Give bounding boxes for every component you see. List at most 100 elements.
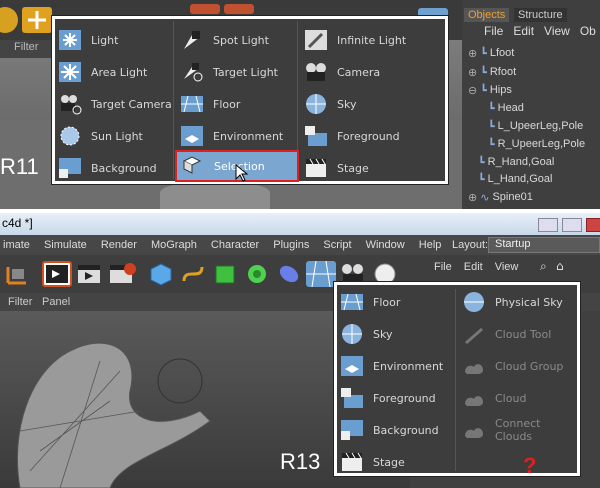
objects-menu-file[interactable]: File: [484, 24, 503, 38]
menu-item-sun-light[interactable]: Sun Light: [57, 121, 143, 151]
r13-panel-label[interactable]: Panel: [42, 296, 70, 308]
close-button[interactable]: [586, 218, 600, 232]
tree-item[interactable]: ⊖ ┗ Hips: [468, 81, 512, 99]
minimize-button[interactable]: [538, 218, 558, 232]
tree-item[interactable]: ┗ L_UpeerLeg,Pole: [488, 117, 583, 135]
sky-icon: [339, 322, 365, 346]
render-icon[interactable]: [190, 4, 220, 14]
layout-label: Layout:: [452, 239, 489, 251]
menu-item-foreground[interactable]: Foreground: [303, 121, 400, 151]
background-icon: [339, 418, 365, 442]
menu-item-label: Stage: [373, 455, 405, 469]
objects-menu-view[interactable]: View: [544, 24, 570, 38]
tree-item[interactable]: ⊕ ∿ Spine01: [468, 188, 533, 206]
menu-item-infinite-light[interactable]: Infinite Light: [303, 25, 406, 55]
menu-item-cloud-group[interactable]: Cloud Group: [461, 351, 563, 381]
menu-item-target-light[interactable]: Target Light: [179, 57, 278, 87]
menu-item-sky[interactable]: Sky: [339, 319, 392, 349]
render-view-icon[interactable]: [42, 261, 72, 287]
layout-dropdown[interactable]: Startup: [488, 237, 600, 253]
menu-item-target-camera[interactable]: Target Camera: [57, 89, 172, 119]
home-icon[interactable]: ⌂: [556, 259, 564, 273]
tab-objects[interactable]: Objects: [464, 8, 510, 22]
menu-item-physical-sky[interactable]: Physical Sky: [461, 287, 563, 317]
menu-script[interactable]: Script: [323, 239, 351, 251]
cloud-tool-icon: [461, 322, 487, 346]
move-tool-icon[interactable]: [22, 7, 52, 33]
expand-icon[interactable]: ⊕: [468, 47, 477, 60]
menu-simulate[interactable]: Simulate: [44, 239, 87, 251]
expand-icon[interactable]: ⊕: [468, 191, 477, 204]
tab-structure[interactable]: Structure: [514, 8, 567, 22]
menu-item-area-light[interactable]: Area Light: [57, 57, 147, 87]
menu-item-floor[interactable]: Floor: [339, 287, 400, 317]
menu-help[interactable]: Help: [419, 239, 442, 251]
bone-icon: ┗: [480, 84, 487, 97]
menu-item-camera[interactable]: Camera: [303, 57, 380, 87]
cube-object-icon[interactable]: [146, 261, 176, 287]
tree-item[interactable]: ⊕ ┗ Lfoot: [468, 44, 514, 62]
tree-item[interactable]: ┗ R_Hand,Goal: [478, 153, 554, 171]
menu-item-floor[interactable]: Floor: [179, 89, 240, 119]
objects-menu-ob[interactable]: Ob: [580, 24, 596, 38]
coordinate-system-icon[interactable]: [4, 261, 34, 287]
menu-mograph[interactable]: MoGraph: [151, 239, 197, 251]
foreground-icon: [339, 386, 365, 410]
menu-item-cloud[interactable]: Cloud: [461, 383, 526, 413]
tree-item[interactable]: ⊕ ┗ Rfoot: [468, 63, 516, 81]
r13-objects-menubar: File Edit View: [434, 261, 518, 273]
collapse-icon[interactable]: ⊖: [468, 84, 477, 97]
menu-item-foreground[interactable]: Foreground: [339, 383, 436, 413]
menu-item-selection[interactable]: Selection: [175, 150, 299, 182]
subdivision-icon[interactable]: [210, 261, 240, 287]
menu-item-cloud-tool[interactable]: Cloud Tool: [461, 319, 551, 349]
search-icon[interactable]: ⌕: [540, 259, 547, 274]
menu-item-background[interactable]: Background: [57, 153, 157, 183]
tree-item[interactable]: ┗ Head: [488, 99, 524, 117]
floor-toolbar-icon[interactable]: [306, 260, 336, 288]
menu-item-light[interactable]: Light: [57, 25, 118, 55]
menu-render[interactable]: Render: [101, 239, 137, 251]
r11-light-camera-menu: Light Spot Light Infinite Light Area Lig…: [52, 16, 448, 184]
menu-animate[interactable]: imate: [3, 239, 30, 251]
deformer-icon[interactable]: [274, 261, 304, 287]
menu-item-sky[interactable]: Sky: [303, 89, 356, 119]
menu-window[interactable]: Window: [366, 239, 405, 251]
menu-character[interactable]: Character: [211, 239, 259, 251]
tree-item[interactable]: ┗ R_UpeerLeg,Pole: [488, 135, 585, 153]
cloud-icon: [461, 386, 487, 410]
r13-objects-menu-file[interactable]: File: [434, 261, 452, 273]
r11-filter-label[interactable]: Filter: [14, 41, 38, 53]
render-picture-viewer-icon[interactable]: [76, 261, 106, 287]
menu-item-background[interactable]: Background: [339, 415, 439, 445]
menu-item-label: Sky: [373, 327, 393, 341]
r13-version-label: R13: [280, 449, 321, 474]
spline-tool-icon[interactable]: [178, 261, 208, 287]
menu-item-label: Background: [373, 423, 439, 437]
r11-version-label: R11: [0, 154, 39, 179]
menu-item-label: Target Camera: [91, 97, 172, 111]
floor-icon: [339, 290, 365, 314]
menu-item-environment[interactable]: Environment: [179, 121, 283, 151]
menu-item-stage[interactable]: Stage: [339, 447, 405, 477]
menu-plugins[interactable]: Plugins: [273, 239, 309, 251]
bone-icon: ┗: [488, 138, 495, 151]
background-icon: [57, 156, 83, 180]
r13-objects-menu-edit[interactable]: Edit: [464, 261, 483, 273]
menu-item-label: Environment: [373, 359, 444, 373]
r13-filter-label[interactable]: Filter: [8, 296, 32, 308]
menu-item-connect-clouds[interactable]: Connect Clouds: [461, 415, 577, 445]
maximize-button[interactable]: [562, 218, 582, 232]
target-light-icon: [179, 60, 205, 84]
bone-icon: ∿: [480, 191, 490, 204]
menu-item-stage[interactable]: Stage: [303, 153, 369, 183]
render-settings-icon[interactable]: [224, 4, 254, 14]
mograph-cloner-icon[interactable]: [242, 261, 272, 287]
menu-item-spot-light[interactable]: Spot Light: [179, 25, 269, 55]
tree-item[interactable]: ┗ L_Hand,Goal: [478, 170, 552, 188]
expand-icon[interactable]: ⊕: [468, 66, 477, 79]
r13-objects-menu-view[interactable]: View: [495, 261, 519, 273]
objects-menu-edit[interactable]: Edit: [513, 24, 534, 38]
render-settings-icon[interactable]: [108, 261, 138, 287]
menu-item-environment[interactable]: Environment: [339, 351, 443, 381]
